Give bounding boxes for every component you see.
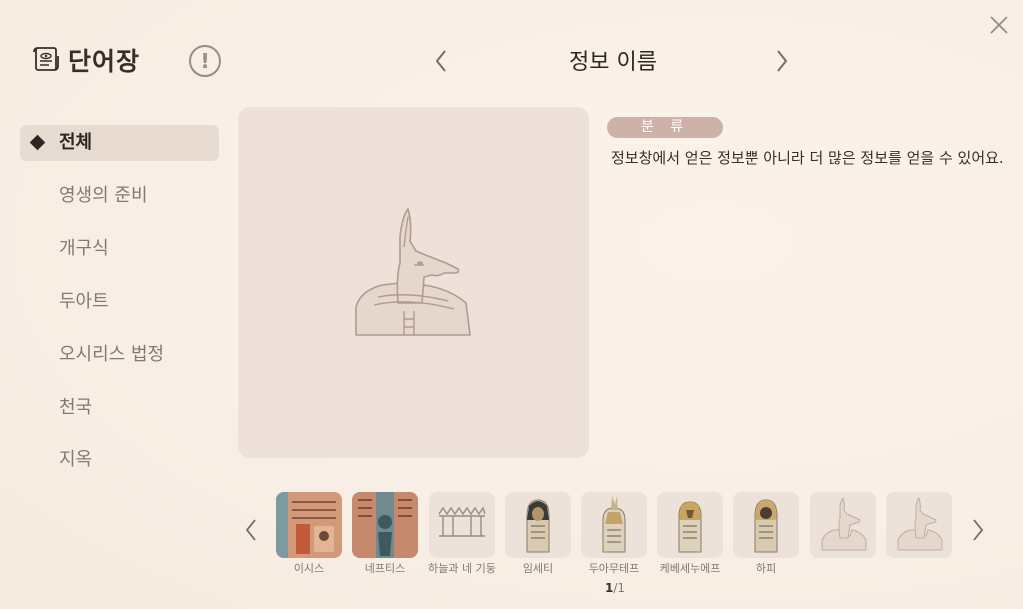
chevron-left-icon[interactable] [244, 518, 258, 542]
thumbnail-hapi[interactable] [733, 492, 799, 558]
sidebar-item-label: 전체 [59, 132, 93, 153]
sidebar-item-duat[interactable]: 두아트 [20, 284, 219, 320]
chevron-right-icon[interactable] [971, 518, 985, 542]
exclamation-circle-icon[interactable]: ! [189, 45, 221, 77]
scroll-logo-icon [33, 47, 59, 71]
nephthys-painting [352, 492, 418, 558]
chevron-left-icon[interactable] [433, 48, 449, 74]
anubis-placeholder-icon [355, 208, 471, 336]
thumbnail-label: 하피 [755, 562, 777, 575]
sidebar-item-preparation[interactable]: 영생의 준비 [20, 178, 219, 214]
chevron-right-icon[interactable] [774, 48, 790, 74]
sidebar-item-label: 두아트 [59, 291, 109, 312]
sidebar-item-all[interactable]: 전체 [20, 125, 219, 161]
thumbnail-label: 임세티 [522, 562, 554, 575]
sidebar-item-label: 오시리스 법정 [59, 344, 165, 365]
thumbnail-label: 네프티스 [364, 562, 406, 575]
thumbnail-label: 하늘과 네 기둥 [428, 562, 496, 575]
canopic-jar-qebehsenuef [678, 501, 702, 553]
thumbnail-isis[interactable] [276, 492, 342, 558]
sidebar-item-heaven[interactable]: 천국 [20, 390, 219, 426]
canopic-jar-duamutef [602, 496, 626, 553]
app-title: 단어장 [68, 47, 141, 76]
canopic-jar-hapi [754, 499, 778, 553]
sidebar-item-label: 영생의 준비 [59, 185, 148, 206]
entry-title: 정보 이름 [569, 50, 657, 75]
sidebar-item-label: 천국 [59, 397, 93, 418]
thumbnail-imsety[interactable] [505, 492, 571, 558]
sidebar-item-opening-mouth[interactable]: 개구식 [20, 231, 219, 267]
thumbnail-label: 두아무테프 [588, 562, 640, 575]
sidebar-item-label: 개구식 [59, 238, 109, 259]
entry-image-panel [238, 107, 589, 458]
thumbnail-qebehsenuef[interactable] [657, 492, 723, 558]
canopic-jar-imsety [526, 499, 550, 553]
anubis-placeholder-icon [821, 497, 867, 551]
thumbnail-sky-pillars[interactable] [429, 492, 495, 558]
sidebar-item-osiris-court[interactable]: 오시리스 법정 [20, 337, 219, 373]
sidebar-item-label: 지옥 [59, 449, 93, 470]
thumbnail-locked-2[interactable] [886, 492, 952, 558]
close-icon[interactable] [988, 14, 1010, 36]
anubis-placeholder-icon [897, 497, 943, 551]
isis-painting [276, 492, 342, 558]
thumbnail-nephthys[interactable] [352, 492, 418, 558]
entry-description: 정보창에서 얻은 정보뿐 아니라 더 많은 정보를 얻을 수 있어요. [611, 149, 1004, 167]
category-badge: 분 류 [607, 117, 723, 138]
page-indicator: 1/1 [590, 581, 640, 595]
thumbnail-locked-1[interactable] [810, 492, 876, 558]
thumbnail-duamutef[interactable] [581, 492, 647, 558]
thumbnail-label: 이시스 [293, 562, 325, 575]
thumbnail-label: 케베세누에프 [659, 562, 721, 575]
page-total: 1 [617, 581, 626, 595]
sky-pillars-icon [438, 506, 486, 537]
diamond-icon [29, 134, 46, 151]
sidebar-item-hell[interactable]: 지옥 [20, 442, 219, 478]
